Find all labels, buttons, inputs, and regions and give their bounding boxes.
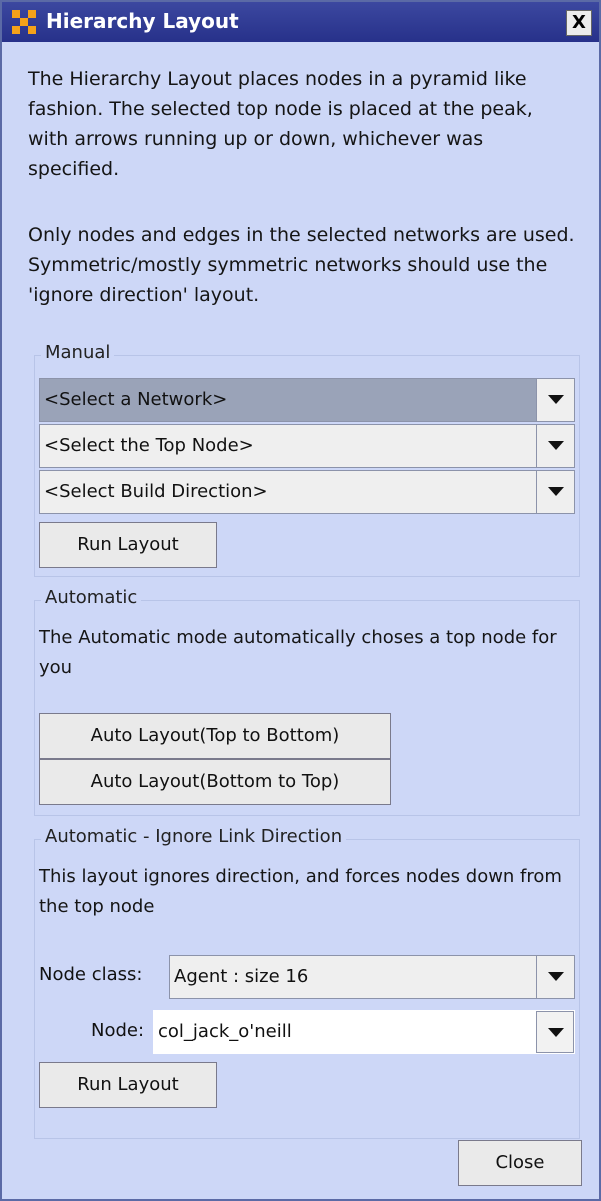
chevron-down-icon[interactable] xyxy=(536,425,574,467)
window-title: Hierarchy Layout xyxy=(46,9,239,33)
chevron-down-icon[interactable] xyxy=(536,471,574,513)
automatic-group: Automatic The Automatic mode automatical… xyxy=(34,587,580,816)
manual-legend: Manual xyxy=(41,342,115,363)
title-bar[interactable]: Hierarchy Layout X xyxy=(2,2,599,42)
ignore-direction-group: Automatic - Ignore Link Direction This l… xyxy=(34,826,580,1139)
close-icon[interactable]: X xyxy=(566,10,592,36)
manual-group: Manual <Select a Network> <Select the To… xyxy=(34,342,580,577)
chevron-down-icon[interactable] xyxy=(536,379,574,421)
auto-layout-bottom-to-top-button[interactable]: Auto Layout(Bottom to Top) xyxy=(39,759,391,805)
build-direction-select[interactable]: <Select Build Direction> xyxy=(39,470,575,514)
description-paragraph-2: Only nodes and edges in the selected net… xyxy=(28,224,575,306)
node-select[interactable]: col_jack_o'neill xyxy=(153,1010,575,1054)
app-icon xyxy=(12,10,36,34)
node-class-label: Node class: xyxy=(39,964,143,985)
automatic-note: The Automatic mode automatically choses … xyxy=(39,627,557,678)
node-label: Node: xyxy=(91,1020,145,1041)
top-node-select[interactable]: <Select the Top Node> xyxy=(39,424,575,468)
top-node-select-value: <Select the Top Node> xyxy=(44,435,254,456)
network-select-value: <Select a Network> xyxy=(44,389,228,410)
description-paragraph-1: The Hierarchy Layout places nodes in a p… xyxy=(28,68,533,180)
close-button[interactable]: Close xyxy=(458,1140,582,1186)
ignore-direction-run-layout-button[interactable]: Run Layout xyxy=(39,1062,217,1108)
node-class-select-value: Agent : size 16 xyxy=(174,966,309,987)
automatic-legend: Automatic xyxy=(41,587,142,608)
chevron-down-icon[interactable] xyxy=(536,956,574,998)
ignore-direction-note: This layout ignores direction, and force… xyxy=(39,866,562,917)
node-select-value: col_jack_o'neill xyxy=(158,1021,292,1042)
auto-layout-top-to-bottom-button[interactable]: Auto Layout(Top to Bottom) xyxy=(39,713,391,759)
network-select[interactable]: <Select a Network> xyxy=(39,378,575,422)
manual-run-layout-button[interactable]: Run Layout xyxy=(39,522,217,568)
ignore-direction-legend: Automatic - Ignore Link Direction xyxy=(41,826,347,847)
chevron-down-icon[interactable] xyxy=(536,1011,574,1053)
node-class-select[interactable]: Agent : size 16 xyxy=(169,955,575,999)
hierarchy-layout-dialog: Hierarchy Layout X The Hierarchy Layout … xyxy=(0,0,601,1201)
build-direction-select-value: <Select Build Direction> xyxy=(44,481,268,502)
